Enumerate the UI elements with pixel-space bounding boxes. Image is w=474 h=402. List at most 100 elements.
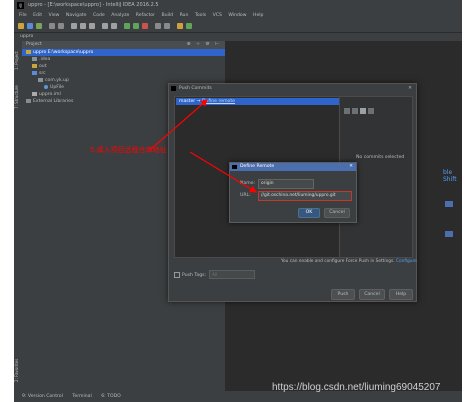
close-icon[interactable]: ✕ [349, 163, 353, 171]
force-push-note-text: You can enable and configure Force Push … [281, 259, 395, 264]
cut-icon[interactable] [71, 23, 77, 29]
menu-refactor[interactable]: Refactor [136, 11, 155, 20]
push-button[interactable]: Push [331, 289, 355, 300]
main-toolbar [14, 20, 462, 33]
define-remote-link[interactable]: Define remote [202, 99, 235, 104]
navigation-bar: uppro [14, 33, 462, 41]
window-title: uppro - [E:\workspace\uppro] - IntelliJ … [28, 2, 159, 8]
folder-icon [32, 63, 37, 68]
tree-item-root[interactable]: uppro E:\workspace\uppro [22, 49, 225, 56]
push-tags-checkbox[interactable] [174, 271, 180, 278]
url-label: URL: [240, 193, 251, 198]
menu-view[interactable]: View [49, 11, 60, 20]
side-tab-project[interactable]: 1: Project [14, 47, 22, 75]
menu-file[interactable]: File [19, 11, 27, 20]
close-icon[interactable]: ✕ [408, 84, 412, 93]
push-tags-select[interactable]: All [209, 270, 256, 279]
tree-item-idea[interactable]: .idea [22, 56, 225, 63]
tree-item-label: .idea [39, 57, 51, 62]
menu-edit[interactable]: Edit [33, 11, 42, 20]
intellij-logo-icon [171, 86, 176, 91]
details-toolbar [344, 99, 376, 118]
dialog-title: Push Commits [179, 86, 212, 91]
version-control-tab[interactable]: 9: Version Control [22, 394, 63, 399]
tree-item-src[interactable]: src [22, 70, 225, 77]
settings-icon[interactable] [155, 23, 161, 29]
tree-item-label: com.yk.up [45, 78, 69, 83]
tree-item-label: uppro E:\workspace\uppro [33, 50, 94, 55]
push-tags-row: Push Tags: All [174, 270, 256, 279]
open-folder-icon[interactable] [18, 23, 24, 29]
package-icon [38, 77, 43, 82]
project-panel-title[interactable]: Project [26, 42, 42, 47]
vcs-update-icon[interactable] [177, 23, 183, 29]
configure-link[interactable]: Configure [396, 259, 417, 264]
settings-icon[interactable] [368, 108, 374, 114]
library-icon [26, 98, 31, 103]
define-remote-title-bar: Define Remote ✕ [230, 163, 356, 171]
project-panel-header: Project ⊕ ÷ ⚙ ⊢ [22, 41, 225, 49]
tree-item-label: src [39, 71, 46, 76]
run-icon[interactable] [133, 23, 139, 29]
editor-hint-shortcut-icon [445, 231, 453, 237]
terminal-tab[interactable]: Terminal [72, 394, 91, 399]
structure-icon[interactable] [164, 23, 170, 29]
menu-help[interactable]: Help [253, 11, 263, 20]
intellij-logo-icon [232, 165, 237, 169]
tree-item-label: out [39, 64, 47, 69]
tree-item-out[interactable]: out [22, 63, 225, 70]
tree-item-label: uppro.iml [39, 92, 61, 97]
menu-run[interactable]: Run [180, 11, 189, 20]
todo-tab[interactable]: 6: TODO [101, 394, 121, 399]
annotation-text: 5.填入项目远程仓库地址 [90, 146, 167, 154]
cancel-button[interactable]: Cancel [359, 289, 385, 300]
debug-icon[interactable] [142, 23, 148, 29]
editor-hint-text: ble Shift [443, 169, 457, 183]
dialog-title-bar: Push Commits ✕ [169, 84, 416, 93]
panel-header-icons[interactable]: ⊕ ÷ ⚙ ⊢ [187, 41, 221, 49]
menu-code[interactable]: Code [93, 11, 105, 20]
save-icon[interactable] [27, 23, 33, 29]
vcs-commit-icon[interactable] [186, 23, 192, 29]
menu-tools[interactable]: Tools [195, 11, 206, 20]
build-icon[interactable] [124, 23, 130, 29]
find-icon[interactable] [102, 23, 108, 29]
define-remote-dialog: Define Remote ✕ Name: origin URL: //git.… [229, 162, 357, 223]
side-tab-structure[interactable]: 7: Structure [14, 81, 22, 113]
redo-icon[interactable] [58, 23, 64, 29]
expand-icon[interactable] [344, 108, 350, 114]
menu-navigate[interactable]: Navigate [66, 11, 87, 20]
folder-icon [32, 56, 37, 61]
paste-icon[interactable] [89, 23, 95, 29]
menu-analyze[interactable]: Analyze [111, 11, 129, 20]
menu-window[interactable]: Window [228, 11, 246, 20]
arrow-icon: → [196, 99, 201, 104]
define-remote-title: Define Remote [240, 164, 275, 169]
force-push-note: You can enable and configure Force Push … [281, 259, 417, 264]
replace-icon[interactable] [111, 23, 117, 29]
no-commits-text: No commits selected [356, 155, 405, 160]
filter-icon[interactable] [360, 108, 366, 114]
ok-button[interactable]: OK [298, 208, 320, 218]
breadcrumb[interactable]: uppro [20, 34, 33, 39]
tree-item-label: UpFile [50, 85, 64, 90]
file-icon [32, 91, 37, 96]
url-field[interactable]: //git.oschina.net/liuming/uppro.git [258, 191, 352, 201]
title-bar: IJ uppro - [E:\workspace\uppro] - Intell… [14, 0, 462, 11]
cancel-button[interactable]: Cancel [324, 208, 350, 218]
menu-build[interactable]: Build [162, 11, 174, 20]
help-button[interactable]: Help [389, 289, 413, 300]
menu-bar: File Edit View Navigate Code Analyze Ref… [14, 11, 462, 20]
undo-icon[interactable] [49, 23, 55, 29]
side-tab-favorites[interactable]: 2: Favorites [14, 353, 22, 387]
editor-hint-shortcut-icon [445, 201, 453, 207]
menu-vcs[interactable]: VCS [213, 11, 222, 20]
watermark: https://blog.csdn.net/liuming69045207 [272, 382, 441, 393]
name-field[interactable]: origin [258, 179, 314, 189]
copy-icon[interactable] [80, 23, 86, 29]
sync-icon[interactable] [36, 23, 42, 29]
source-folder-icon [32, 70, 37, 75]
branch-row[interactable]: master → Define remote [176, 98, 339, 105]
intellij-logo-icon: IJ [17, 2, 24, 9]
group-icon[interactable] [352, 108, 358, 114]
